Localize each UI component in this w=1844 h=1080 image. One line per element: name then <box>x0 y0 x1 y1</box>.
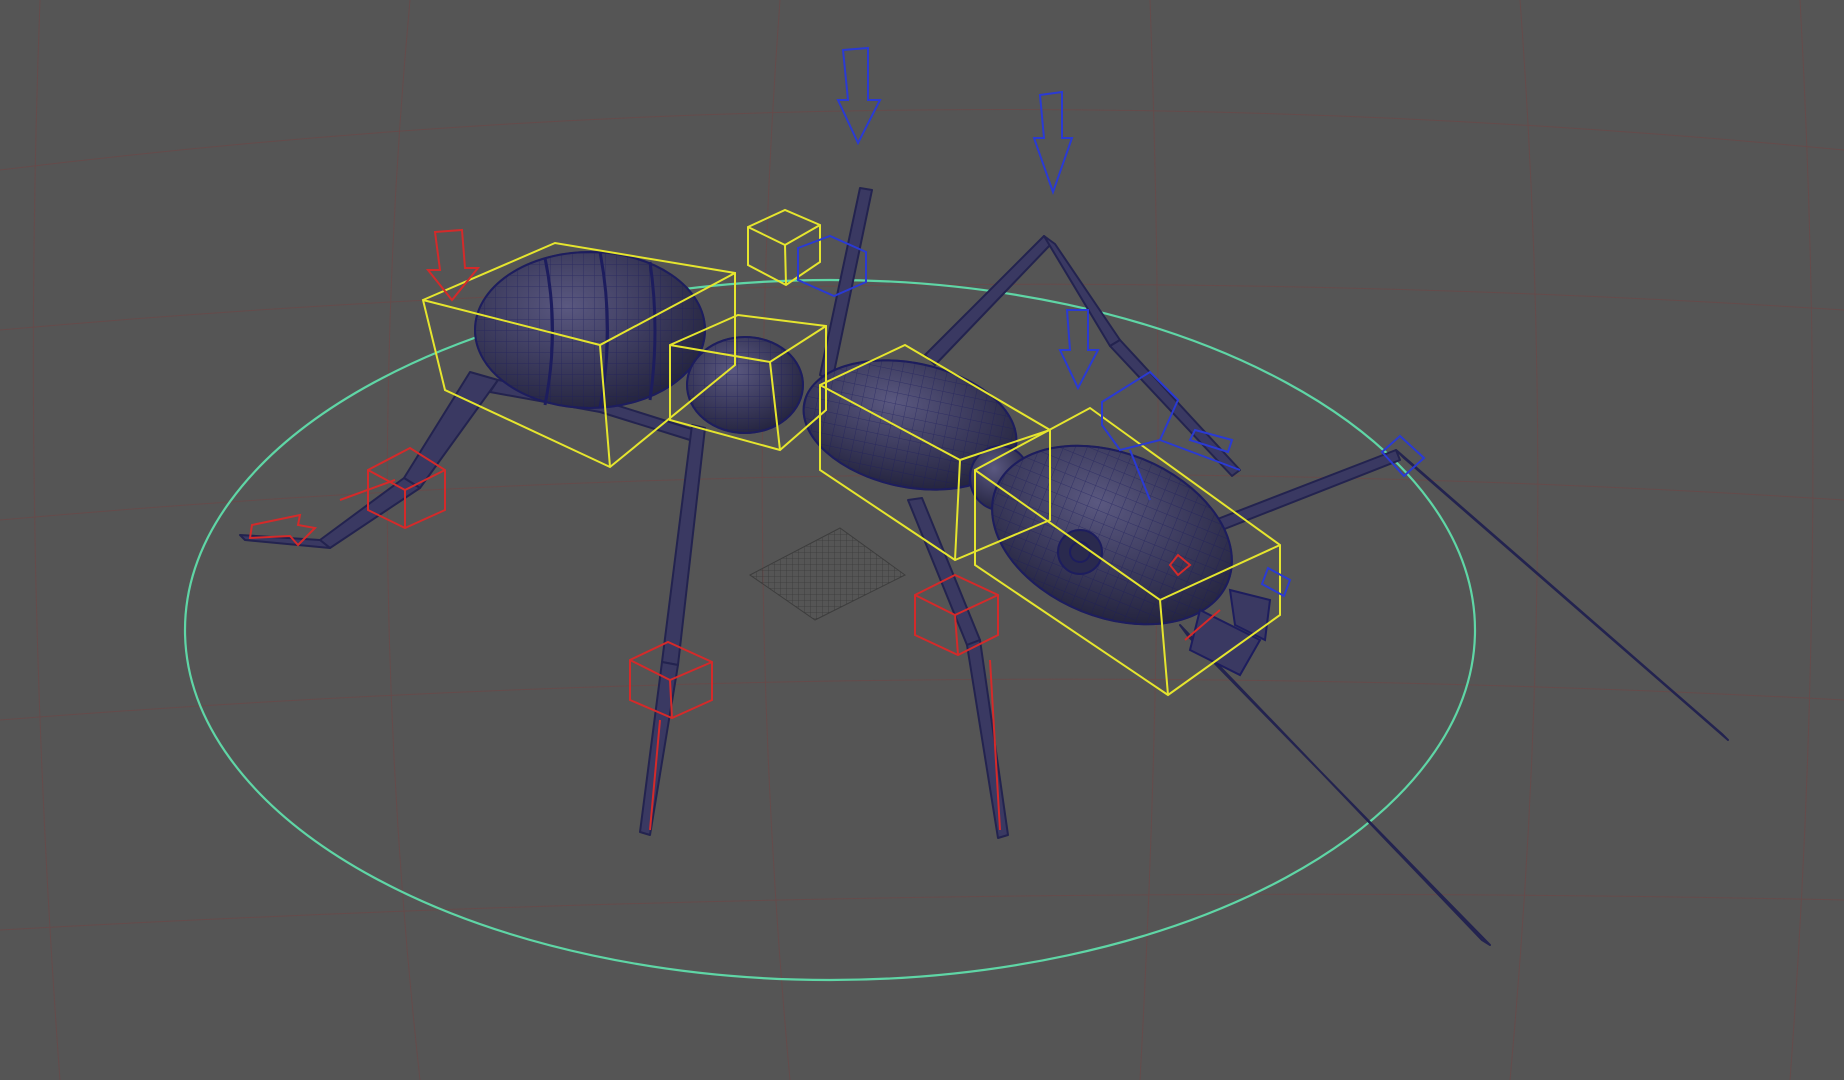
leg-back-right[interactable] <box>819 187 873 383</box>
ground-grid-plane <box>749 527 906 621</box>
leg-back-left[interactable] <box>403 371 499 489</box>
eye-mesh <box>1057 529 1103 575</box>
fk-box-right-middle[interactable] <box>1101 370 1180 452</box>
ant-legs[interactable] <box>239 187 1729 946</box>
leg-middle-right[interactable] <box>924 235 1053 366</box>
antenna[interactable] <box>1179 624 1491 946</box>
leg-middle-left-lower[interactable] <box>639 661 679 836</box>
pole-arrow-top-right[interactable] <box>1032 90 1074 196</box>
leg-front-left-lower[interactable] <box>966 639 1009 839</box>
leg-middle-left[interactable] <box>661 424 706 666</box>
upper-control-box[interactable] <box>747 208 821 287</box>
pole-arrow-right-leg[interactable] <box>1058 309 1100 391</box>
ant-body[interactable] <box>474 251 1272 677</box>
pole-arrow-back-left[interactable] <box>425 228 481 302</box>
3d-viewport[interactable] <box>0 0 1844 1080</box>
viewport-scene[interactable] <box>0 0 1844 1080</box>
leg-front-left[interactable] <box>907 497 981 646</box>
leg-middle-right-lower[interactable] <box>1043 235 1121 347</box>
pole-arrow-head-right[interactable] <box>1260 566 1292 598</box>
pole-arrow-top-left[interactable] <box>836 46 882 146</box>
leg-front-right-lower[interactable] <box>1395 449 1729 741</box>
